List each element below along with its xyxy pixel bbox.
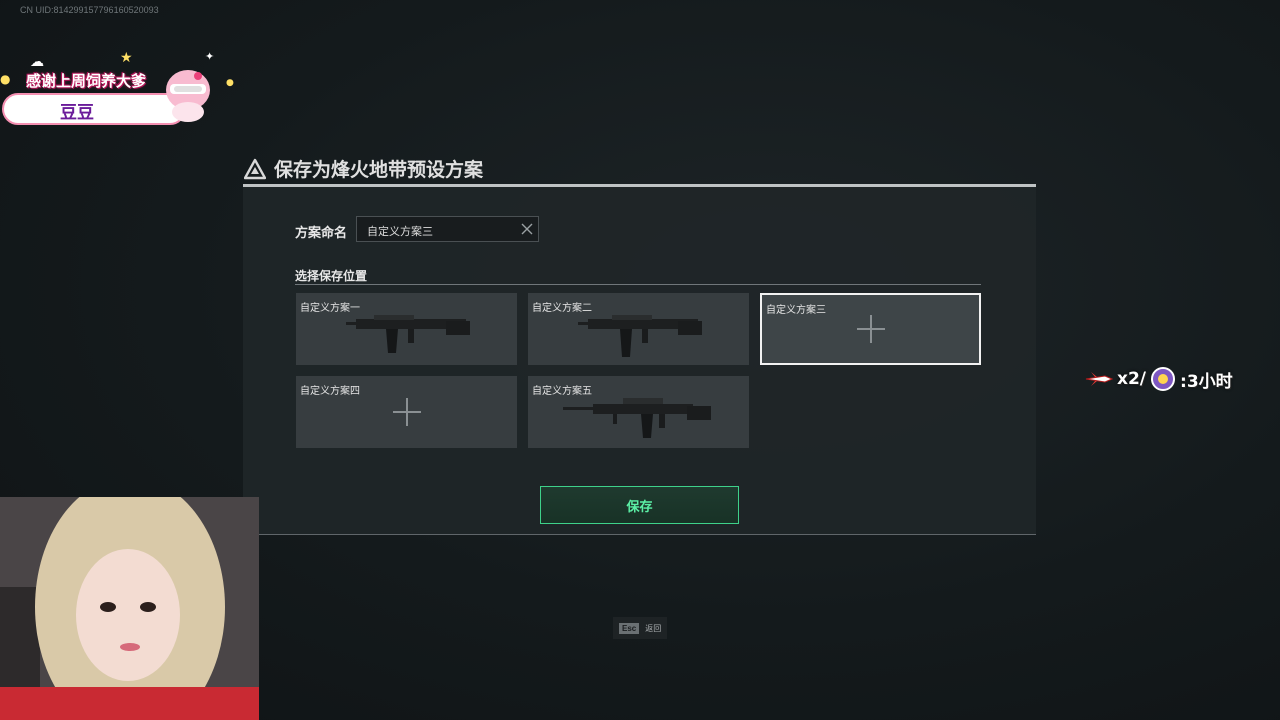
star-icon: ★: [120, 50, 133, 66]
preset-slot-2[interactable]: 自定义方案二: [528, 293, 749, 365]
preset-slot-4[interactable]: 自定义方案四: [296, 376, 517, 448]
webcam-feed: [0, 497, 259, 720]
gift-banner: ☁ ★ ✦ ● ● 豆豆 感谢上周饲养大爹: [0, 50, 240, 130]
location-label: 选择保存位置: [295, 269, 368, 283]
gift-name: 豆豆: [60, 103, 94, 123]
gift-counter: x2/ :3小时: [1085, 366, 1233, 392]
name-label: 方案命名: [295, 226, 348, 241]
cloud-icon: ☁: [30, 54, 44, 70]
gift-banner-title: 感谢上周饲养大爹: [26, 72, 147, 90]
preset-name-value: 自定义方案三: [367, 225, 433, 238]
esc-key: Esc: [619, 622, 640, 634]
gift-counter-time: :3小时: [1180, 371, 1233, 392]
gift-counter-text: x2/: [1117, 369, 1147, 389]
mascot-icon: [166, 70, 210, 122]
rifle-icon: [578, 315, 702, 357]
save-preset-dialog: 方案命名 自定义方案三 选择保存位置 自定义方案一 自定义方案二 自定义方案三 …: [243, 184, 1036, 535]
dot-icon: ●: [226, 78, 234, 88]
dialog-title-text: 保存为烽火地带预设方案: [274, 159, 484, 181]
sun-icon: ●: [0, 72, 11, 86]
preset-slot-1[interactable]: 自定义方案一: [296, 293, 517, 365]
plane-icon: [1085, 372, 1113, 386]
slot-label: 自定义方案三: [766, 305, 826, 316]
clear-icon[interactable]: [520, 222, 534, 236]
medal-icon: [1151, 367, 1176, 391]
back-label: 返回: [645, 623, 662, 633]
gift-name-box: 豆豆: [2, 93, 186, 125]
save-button[interactable]: 保存: [540, 486, 739, 524]
slot-label: 自定义方案四: [300, 386, 360, 397]
uid-text: CN UID:814299157796160520093: [20, 5, 159, 15]
streamer-photo: [0, 497, 259, 720]
preset-slot-3[interactable]: 自定义方案三: [760, 293, 981, 365]
preset-name-input[interactable]: 自定义方案三: [356, 216, 539, 242]
warning-icon: [244, 158, 266, 179]
divider: [295, 284, 981, 285]
rifle-icon: [563, 398, 711, 438]
add-icon: [856, 315, 885, 343]
back-hint[interactable]: Esc 返回: [613, 617, 667, 639]
dialog-title: 保存为烽火地带预设方案: [244, 155, 483, 182]
add-icon: [392, 398, 421, 426]
rifle-icon: [346, 315, 470, 353]
preset-slot-5[interactable]: 自定义方案五: [528, 376, 749, 448]
